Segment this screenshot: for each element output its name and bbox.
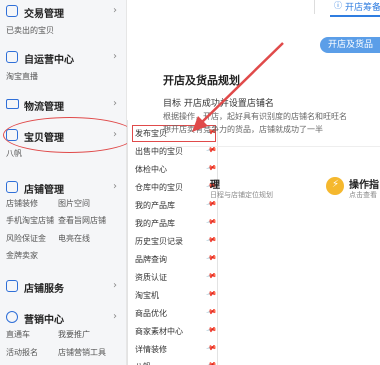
flyout-item-label: 商品优化 xyxy=(135,309,167,318)
goods-flyout-menu: 发布宝贝 📌 出售中的宝贝 📌 体检中心 📌 仓库中的宝贝 📌 我的产品库 📌 … xyxy=(127,120,218,365)
flyout-item-material-center[interactable]: 商家素材中心 📌 xyxy=(128,324,219,339)
flyout-item-label: 资质认证 xyxy=(135,273,167,282)
flyout-item-bafan[interactable]: 八帆 📌 xyxy=(128,359,219,365)
chevron-right-icon: › xyxy=(113,98,117,109)
flyout-item-warehouse[interactable]: 仓库中的宝贝 📌 xyxy=(128,180,219,195)
divider xyxy=(163,146,380,147)
flyout-item-label: 品牌查询 xyxy=(135,255,167,264)
pin-icon[interactable]: 📌 xyxy=(205,234,217,246)
sidebar-section-title: 营销中心 xyxy=(24,315,64,326)
sidebar-link-activity[interactable]: 活动报名 xyxy=(6,347,38,358)
truck-icon xyxy=(6,99,19,109)
service-icon xyxy=(6,280,18,292)
flyout-item-label: 出售中的宝贝 xyxy=(135,147,183,156)
marketing-icon xyxy=(6,311,18,323)
flyout-item-label: 淘宝机 xyxy=(135,291,159,300)
sidebar-section-trade[interactable]: 交易管理 › xyxy=(0,2,127,22)
sidebar-link-view-store[interactable]: 查看旨网店铺 xyxy=(58,215,106,226)
sidebar-link-store-decor[interactable]: 店铺装修 xyxy=(6,198,38,209)
lightning-icon: ⚡ xyxy=(326,177,344,195)
sidebar-section-title: 交易管理 xyxy=(24,9,64,20)
sidebar-section-title: 物流管理 xyxy=(24,102,64,113)
flyout-item-taobao-machine[interactable]: 淘宝机 📌 xyxy=(128,288,219,303)
flyout-item-optimize[interactable]: 商品优化 📌 xyxy=(128,306,219,321)
chevron-right-icon: › xyxy=(113,5,117,16)
sidebar-link-goods-sub[interactable]: 八帆 xyxy=(6,148,22,159)
sidebar-link-sold-items[interactable]: 已卖出的宝贝 xyxy=(6,25,54,36)
operation-guide-title[interactable]: 操作指 xyxy=(349,176,379,191)
open-shop-button[interactable]: 开店及货品 xyxy=(320,37,380,53)
sidebar-link-store-tools[interactable]: 店铺营销工具 xyxy=(58,347,106,358)
sidebar-link-online[interactable]: 电亮在线 xyxy=(58,233,90,244)
sidebar-section-marketing[interactable]: 营销中心 › xyxy=(0,308,127,328)
chevron-right-icon: › xyxy=(113,181,117,192)
sidebar-section-title: 宝贝管理 xyxy=(24,133,64,144)
pin-icon[interactable]: 📌 xyxy=(205,216,217,228)
card-title: 开店及货品规划 xyxy=(163,74,240,87)
sidebar-section-title: 自运营中心 xyxy=(24,55,74,66)
sidebar-link-image-space[interactable]: 图片空间 xyxy=(58,198,90,209)
flyout-item-on-sale[interactable]: 出售中的宝贝 📌 xyxy=(128,144,219,159)
operation-icon xyxy=(6,51,18,63)
flyout-item-label: 商家素材中心 xyxy=(135,327,183,336)
flyout-item-product-lib[interactable]: 我的产品库 📌 xyxy=(128,198,219,213)
section-title: 理 xyxy=(210,180,220,191)
flyout-item-label: 八帆 xyxy=(135,361,151,365)
chevron-right-icon: › xyxy=(113,280,117,291)
flyout-item-brand-query[interactable]: 品牌查询 📌 xyxy=(128,252,219,267)
flyout-item-label: 仓库中的宝贝 xyxy=(135,183,183,192)
sidebar-link-deposit[interactable]: 风险保证金 xyxy=(6,233,46,244)
pin-icon[interactable]: 📌 xyxy=(205,270,217,282)
tab-status-icon: ⓘ xyxy=(334,1,342,10)
sidebar-section-title: 店铺服务 xyxy=(24,284,64,295)
flyout-item-label: 详情装修 xyxy=(135,345,167,354)
sidebar-section-goods[interactable]: 宝贝管理 › xyxy=(0,126,127,146)
sidebar-section-operation[interactable]: 自运营中心 › xyxy=(0,48,127,68)
pin-icon[interactable]: 📌 xyxy=(205,306,217,318)
pin-icon[interactable]: 📌 xyxy=(205,359,217,365)
pin-icon[interactable]: 📌 xyxy=(205,162,217,174)
flyout-item-label: 历史宝贝记录 xyxy=(135,237,183,246)
sidebar-link-live[interactable]: 淘宝直播 xyxy=(6,71,38,82)
flyout-item-checkup[interactable]: 体检中心 📌 xyxy=(128,162,219,177)
card-target: 目标 开店成功并设置店铺名 xyxy=(163,99,274,109)
sidebar: 交易管理 › 已卖出的宝贝 自运营中心 › 淘宝直播 物流管理 › 宝贝管理 ›… xyxy=(0,0,127,365)
tab-active-underline xyxy=(330,15,380,17)
sidebar-section-logistics[interactable]: 物流管理 › xyxy=(0,95,127,115)
pin-icon[interactable]: 📌 xyxy=(205,252,217,264)
flyout-item-label: 体检中心 xyxy=(135,165,167,174)
sidebar-link-mobile-store[interactable]: 手机淘宝店铺 xyxy=(6,215,54,226)
sidebar-link-ztc[interactable]: 直通车 xyxy=(6,329,30,340)
sidebar-section-store[interactable]: 店铺管理 › xyxy=(0,178,127,198)
flyout-item-product-lib-2[interactable]: 我的产品库 📌 xyxy=(128,216,219,231)
tab-open-shop-prep[interactable]: 开店筹备 xyxy=(345,0,380,14)
flyout-item-qualification[interactable]: 资质认证 📌 xyxy=(128,270,219,285)
section-subtitle: 日程与店铺定位规划 xyxy=(210,191,273,199)
flyout-item-history[interactable]: 历史宝贝记录 📌 xyxy=(128,234,219,249)
operation-guide-link[interactable]: 点击查看 xyxy=(349,190,377,200)
store-icon xyxy=(6,181,18,193)
tab-divider xyxy=(314,0,315,14)
flyout-item-detail-decor[interactable]: 详情装修 📌 xyxy=(128,342,219,357)
sidebar-link-promote[interactable]: 我要推广 xyxy=(58,329,90,340)
card-description: 想开店卖有竞争力的货品，店铺就成功了一半 xyxy=(163,125,323,134)
flyout-item-label: 我的产品库 xyxy=(135,201,175,210)
goods-icon xyxy=(6,129,18,141)
sidebar-section-service[interactable]: 店铺服务 › xyxy=(0,277,127,297)
flyout-item-label: 我的产品库 xyxy=(135,219,175,228)
pin-icon[interactable]: 📌 xyxy=(205,288,217,300)
main-content: ⓘ 开店筹备 开店及货品 开店及货品规划 目标 开店成功并设置店铺名 根据操作，… xyxy=(163,0,380,365)
card-description: 根据操作，开店，起好具有识别度的店铺名和旺旺名 xyxy=(163,112,347,121)
chevron-right-icon: › xyxy=(113,51,117,62)
trade-icon xyxy=(6,5,18,17)
chevron-right-icon: › xyxy=(113,129,117,140)
chevron-right-icon: › xyxy=(113,311,117,322)
sidebar-link-gold-seller[interactable]: 金牌卖家 xyxy=(6,250,38,261)
pin-icon[interactable]: 📌 xyxy=(205,324,217,336)
sidebar-section-title: 店铺管理 xyxy=(24,185,64,196)
pin-icon[interactable]: 📌 xyxy=(205,342,217,354)
